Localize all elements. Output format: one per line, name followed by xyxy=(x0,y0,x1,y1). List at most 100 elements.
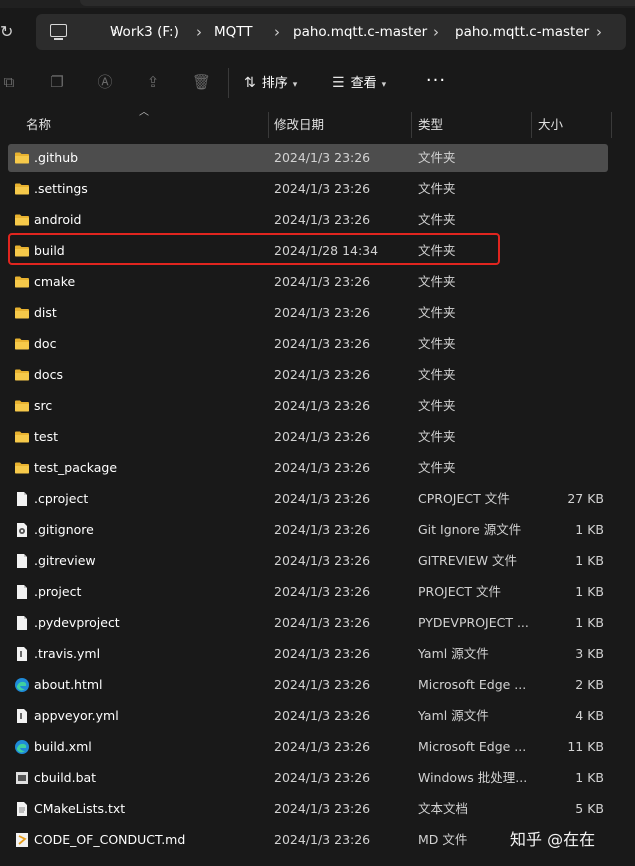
file-row[interactable]: .gitignore 2024/1/3 23:26 Git Ignore 源文件 1 … xyxy=(8,516,608,544)
file-date: 2024/1/3 23:26 xyxy=(274,553,371,568)
column-header-type[interactable]: 类型 xyxy=(418,112,443,138)
column-header-date[interactable]: 修改日期 xyxy=(274,112,324,138)
file-name: src xyxy=(34,398,53,413)
file-name: cmake xyxy=(34,274,76,289)
text-file-icon xyxy=(14,801,30,817)
file-date: 2024/1/3 23:26 xyxy=(274,739,371,754)
file-type: CPROJECT 文件 xyxy=(418,491,510,506)
file-row[interactable]: doc 2024/1/3 23:26 文件夹 xyxy=(8,330,608,358)
chevron-right-icon[interactable]: › xyxy=(433,14,439,50)
file-type: Yaml 源文件 xyxy=(418,708,489,723)
file-date: 2024/1/3 23:26 xyxy=(274,770,371,785)
file-type: 文件夹 xyxy=(418,429,456,444)
address-bar[interactable]: › Work3 (F:) › MQTT › paho.mqtt.c-master… xyxy=(36,14,626,50)
computer-icon[interactable] xyxy=(50,24,67,40)
file-name: cbuild.bat xyxy=(34,770,97,785)
file-row[interactable]: test_package 2024/1/3 23:26 文件夹 xyxy=(8,454,608,482)
file-size: 4 KB xyxy=(575,708,604,723)
share-icon[interactable]: ⇪ xyxy=(144,73,162,91)
file-name: .gitreview xyxy=(34,553,96,568)
file-date: 2024/1/3 23:26 xyxy=(274,708,371,723)
highlight-annotation xyxy=(8,233,500,265)
tab-strip xyxy=(80,0,635,6)
file-date: 2024/1/3 23:26 xyxy=(274,460,371,475)
file-icon xyxy=(14,553,30,569)
column-divider[interactable] xyxy=(611,112,612,138)
file-row[interactable]: CMakeLists.txt 2024/1/3 23:26 文本文档 5 KB xyxy=(8,795,608,823)
chevron-down-icon: ▾ xyxy=(381,80,387,90)
chevron-right-icon[interactable]: › xyxy=(274,14,280,50)
file-row[interactable]: docs 2024/1/3 23:26 文件夹 xyxy=(8,361,608,389)
file-icon xyxy=(14,615,30,631)
file-row[interactable]: .pydevproject 2024/1/3 23:26 PYDEVPROJECT … xyxy=(8,609,608,637)
file-date: 2024/1/3 23:26 xyxy=(274,181,371,196)
file-date: 2024/1/3 23:26 xyxy=(274,677,371,692)
column-divider[interactable] xyxy=(531,112,532,138)
yaml-file-icon xyxy=(14,646,30,662)
file-name: about.html xyxy=(34,677,103,692)
toolbar-divider xyxy=(228,68,229,98)
file-row[interactable]: .gitreview 2024/1/3 23:26 GITREVIEW 文件 1 KB xyxy=(8,547,608,575)
chevron-right-icon[interactable]: › xyxy=(196,14,202,50)
column-header-size[interactable]: 大小 xyxy=(538,112,563,138)
file-row[interactable]: build.xml 2024/1/3 23:26 Microsoft Edge ..… xyxy=(8,733,608,761)
edge-icon xyxy=(14,677,30,693)
file-date: 2024/1/3 23:26 xyxy=(274,832,371,847)
breadcrumb-drive[interactable]: Work3 (F:) xyxy=(110,14,179,50)
chevron-right-icon[interactable]: › xyxy=(596,14,602,50)
column-divider[interactable] xyxy=(411,112,412,138)
file-row[interactable]: .cproject 2024/1/3 23:26 CPROJECT 文件 27 KB xyxy=(8,485,608,513)
file-row[interactable]: test 2024/1/3 23:26 文件夹 xyxy=(8,423,608,451)
folder-icon xyxy=(14,274,30,290)
file-size: 1 KB xyxy=(575,553,604,568)
file-row[interactable]: .github 2024/1/3 23:26 文件夹 xyxy=(8,144,608,172)
file-name: appveyor.yml xyxy=(34,708,119,723)
file-date: 2024/1/3 23:26 xyxy=(274,212,371,227)
rename-icon[interactable]: Ⓐ xyxy=(96,73,114,91)
copy-icon[interactable]: ❐ xyxy=(48,73,66,91)
file-row[interactable]: cbuild.bat 2024/1/3 23:26 Windows 批处理... 1 … xyxy=(8,764,608,792)
breadcrumb-paho-parent[interactable]: paho.mqtt.c-master xyxy=(293,14,427,50)
file-date: 2024/1/3 23:26 xyxy=(274,274,371,289)
yaml-file-icon xyxy=(14,708,30,724)
file-size: 5 KB xyxy=(575,801,604,816)
file-name: CODE_OF_CONDUCT.md xyxy=(34,832,186,847)
file-type: 文件夹 xyxy=(418,305,456,320)
file-type: 文件夹 xyxy=(418,398,456,413)
file-date: 2024/1/3 23:26 xyxy=(274,801,371,816)
breadcrumb-mqtt[interactable]: MQTT xyxy=(214,14,253,50)
file-size: 1 KB xyxy=(575,584,604,599)
folder-icon xyxy=(14,305,30,321)
cut-icon[interactable]: ⧉ xyxy=(0,73,18,91)
file-name: .travis.yml xyxy=(34,646,101,661)
file-row[interactable]: android 2024/1/3 23:26 文件夹 xyxy=(8,206,608,234)
file-row[interactable]: dist 2024/1/3 23:26 文件夹 xyxy=(8,299,608,327)
file-row[interactable]: src 2024/1/3 23:26 文件夹 xyxy=(8,392,608,420)
sort-ascending-icon: ︿ xyxy=(139,107,149,118)
sort-label: 排序 xyxy=(261,76,288,91)
column-header-name[interactable]: 名称 xyxy=(26,112,51,138)
file-row[interactable]: cmake 2024/1/3 23:26 文件夹 xyxy=(8,268,608,296)
view-button[interactable]: ☰ 查看 ▾ xyxy=(332,70,386,96)
file-type: 文件夹 xyxy=(418,367,456,382)
file-row[interactable]: .settings 2024/1/3 23:26 文件夹 xyxy=(8,175,608,203)
file-row[interactable]: about.html 2024/1/3 23:26 Microsoft Edge .… xyxy=(8,671,608,699)
file-row[interactable]: .project 2024/1/3 23:26 PROJECT 文件 1 KB xyxy=(8,578,608,606)
file-date: 2024/1/3 23:26 xyxy=(274,646,371,661)
file-size: 2 KB xyxy=(575,677,604,692)
file-row[interactable]: appveyor.yml 2024/1/3 23:26 Yaml 源文件 4 KB xyxy=(8,702,608,730)
file-type: 文本文档 xyxy=(418,801,469,816)
delete-icon[interactable]: 🗑 xyxy=(192,73,211,91)
file-date: 2024/1/3 23:26 xyxy=(274,429,371,444)
sort-button[interactable]: ⇅ 排序 ▾ xyxy=(244,70,297,96)
file-type: Yaml 源文件 xyxy=(418,646,489,661)
refresh-icon[interactable]: ↻ xyxy=(0,22,18,42)
chevron-down-icon: ▾ xyxy=(292,80,298,90)
file-size: 1 KB xyxy=(575,615,604,630)
file-type: Microsoft Edge ... xyxy=(418,677,527,692)
file-size: 1 KB xyxy=(575,770,604,785)
breadcrumb-paho-current[interactable]: paho.mqtt.c-master xyxy=(455,14,589,50)
column-divider[interactable] xyxy=(268,112,269,138)
file-row[interactable]: .travis.yml 2024/1/3 23:26 Yaml 源文件 3 KB xyxy=(8,640,608,668)
more-options-button[interactable]: ··· xyxy=(424,70,448,96)
